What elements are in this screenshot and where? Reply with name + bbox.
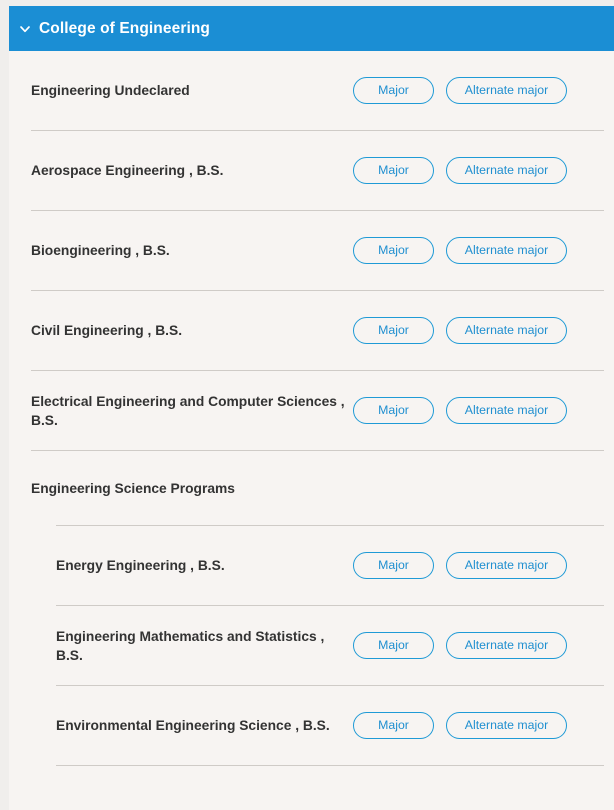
alternate-major-button[interactable]: Alternate major [446, 77, 567, 104]
program-group-label: Engineering Science Programs [31, 480, 235, 496]
program-name: Aerospace Engineering , B.S. [31, 163, 224, 178]
program-name: Electrical Engineering and Computer Scie… [31, 393, 345, 428]
alternate-major-button[interactable]: Alternate major [446, 237, 567, 264]
program-row: Environmental Engineering Science , B.S.… [9, 686, 614, 765]
program-actions: Major Alternate major [353, 632, 567, 659]
major-button[interactable]: Major [353, 712, 434, 739]
program-row: Bioengineering , B.S. Major Alternate majo… [9, 211, 614, 290]
major-button[interactable]: Major [353, 157, 434, 184]
program-actions: Major Alternate major [353, 552, 567, 579]
program-name: Energy Engineering , B.S. [56, 558, 225, 573]
row-divider [56, 765, 604, 766]
alternate-major-button[interactable]: Alternate major [446, 632, 567, 659]
program-actions: Major Alternate major [353, 712, 567, 739]
major-button[interactable]: Major [353, 237, 434, 264]
major-button[interactable]: Major [353, 397, 434, 424]
alternate-major-button[interactable]: Alternate major [446, 552, 567, 579]
program-actions: Major Alternate major [353, 77, 567, 104]
program-row: Civil Engineering , B.S. Major Alternate m… [9, 291, 614, 370]
major-selection-page: College of Engineering Engineering Undec… [0, 0, 614, 810]
alternate-major-button[interactable]: Alternate major [446, 157, 567, 184]
alternate-major-button[interactable]: Alternate major [446, 317, 567, 344]
program-group-header: Engineering Science Programs [9, 451, 614, 525]
program-row: Energy Engineering , B.S. Major Alternate … [9, 526, 614, 605]
major-button[interactable]: Major [353, 552, 434, 579]
major-button[interactable]: Major [353, 77, 434, 104]
major-button[interactable]: Major [353, 632, 434, 659]
program-list: Engineering Undeclared Major Alternate maj… [9, 51, 614, 766]
college-header[interactable]: College of Engineering [9, 6, 614, 51]
program-row: Engineering Undeclared Major Alternate maj… [9, 51, 614, 130]
program-name: Engineering Undeclared [31, 83, 190, 98]
program-row: Engineering Mathematics and Statistics ,… [9, 606, 614, 685]
program-actions: Major Alternate major [353, 237, 567, 264]
college-card: College of Engineering Engineering Undec… [9, 6, 614, 810]
alternate-major-button[interactable]: Alternate major [446, 397, 567, 424]
program-row: Electrical Engineering and Computer Scie… [9, 371, 614, 450]
major-button[interactable]: Major [353, 317, 434, 344]
program-name: Engineering Mathematics and Statistics ,… [56, 628, 325, 663]
program-actions: Major Alternate major [353, 157, 567, 184]
program-name: Bioengineering , B.S. [31, 243, 170, 258]
alternate-major-button[interactable]: Alternate major [446, 712, 567, 739]
chevron-down-icon[interactable] [17, 21, 33, 37]
program-name: Civil Engineering , B.S. [31, 323, 183, 338]
college-title: College of Engineering [39, 19, 210, 37]
program-name: Environmental Engineering Science , B.S. [56, 718, 330, 733]
program-actions: Major Alternate major [353, 397, 567, 424]
program-row: Aerospace Engineering , B.S. Major Alterna… [9, 131, 614, 210]
program-actions: Major Alternate major [353, 317, 567, 344]
